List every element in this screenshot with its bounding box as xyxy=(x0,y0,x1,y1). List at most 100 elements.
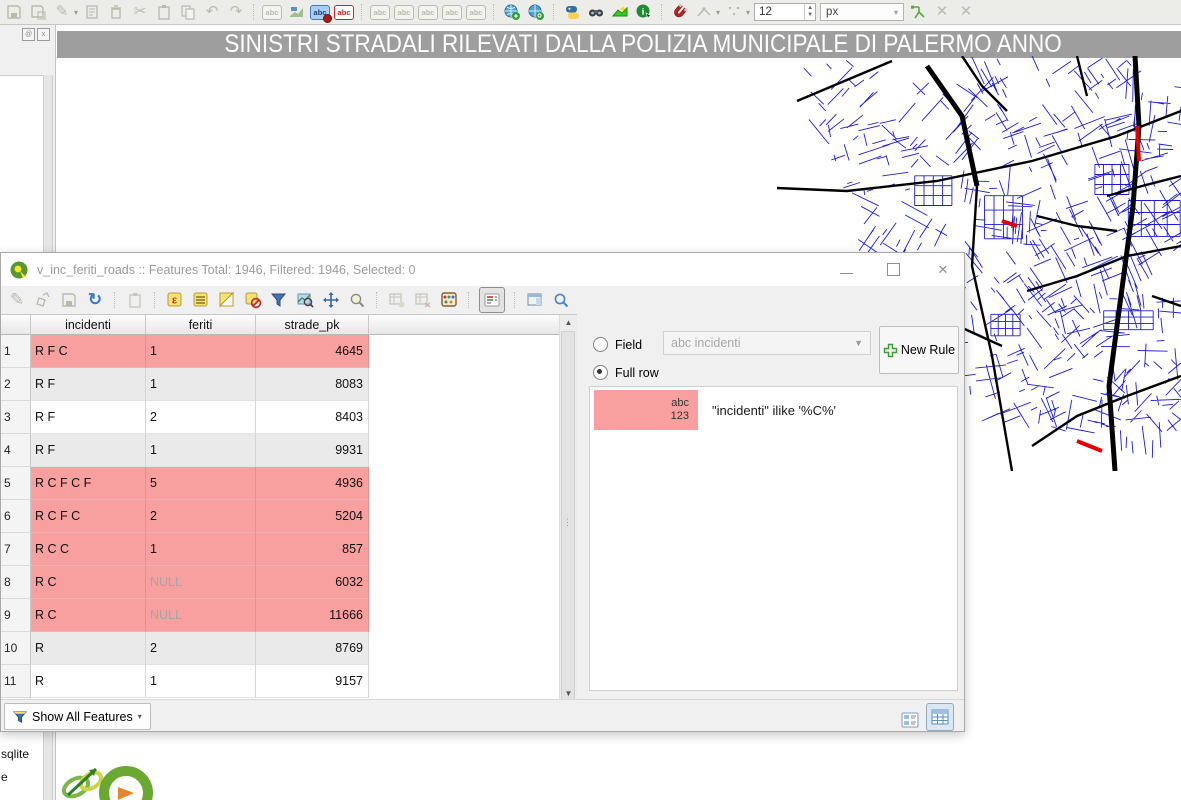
paste-features-icon[interactable] xyxy=(125,290,145,310)
paste-icon[interactable] xyxy=(154,2,174,22)
table-vertical-scrollbar[interactable]: ▲ ⋮ ▼ xyxy=(559,315,577,701)
cell-strade-pk[interactable]: 8769 xyxy=(256,632,369,665)
row-number[interactable]: 4 xyxy=(1,434,31,467)
panel-undock-icon[interactable]: @ xyxy=(22,28,35,41)
cell-feriti[interactable]: 1 xyxy=(146,533,256,566)
row-number[interactable]: 11 xyxy=(1,665,31,698)
zoom-to-selection-icon[interactable] xyxy=(295,290,315,310)
save-edits-icon[interactable] xyxy=(28,2,48,22)
style-tools-icon[interactable]: ✎ xyxy=(52,2,72,22)
select-by-form-icon[interactable] xyxy=(269,290,289,310)
cell-feriti[interactable]: 2 xyxy=(146,401,256,434)
full-row-radio-label[interactable]: Full row xyxy=(615,366,659,380)
cell-incidenti[interactable]: R C F C F xyxy=(31,467,146,500)
invert-selection-icon[interactable] xyxy=(217,290,237,310)
cell-incidenti[interactable]: R C F C xyxy=(31,500,146,533)
scroll-up-icon[interactable]: ▲ xyxy=(560,318,577,327)
label-visibility-icon[interactable]: abc xyxy=(394,2,414,22)
rule-expression[interactable]: "incidenti" ilike '%C%' xyxy=(712,403,836,418)
undo-icon[interactable]: ↶ xyxy=(202,2,222,22)
python-console-icon[interactable] xyxy=(562,2,582,22)
pan-to-selection-icon[interactable] xyxy=(321,290,341,310)
cell-incidenti[interactable]: R F xyxy=(31,368,146,401)
cell-strade-pk[interactable]: 8083 xyxy=(256,368,369,401)
row-number[interactable]: 7 xyxy=(1,533,31,566)
select-by-expression-icon[interactable]: ε xyxy=(165,290,185,310)
label-gray-icon[interactable]: abc xyxy=(262,2,282,22)
column-header-feriti[interactable]: feriti xyxy=(146,315,256,335)
advanced-digitizing-icon[interactable] xyxy=(724,2,744,22)
cell-feriti[interactable]: 1 xyxy=(146,335,256,368)
scrollbar-thumb[interactable]: ⋮ xyxy=(561,331,575,703)
cell-strade-pk[interactable]: 857 xyxy=(256,533,369,566)
search-widget-icon[interactable] xyxy=(551,290,571,310)
spin-steppers[interactable]: ▲▼ xyxy=(804,4,815,20)
unit-combo[interactable]: px ▾ xyxy=(820,3,904,21)
processing-area-icon[interactable] xyxy=(610,2,630,22)
corner-header[interactable] xyxy=(1,315,31,335)
column-header-strade-pk[interactable]: strade_pk xyxy=(256,315,369,335)
vertex-tool-caret[interactable]: ▾ xyxy=(716,8,720,17)
deselect-all-icon[interactable] xyxy=(243,290,263,310)
trash-icon[interactable] xyxy=(106,2,126,22)
advanced-digitizing-caret[interactable]: ▾ xyxy=(746,8,750,17)
style-tools-caret[interactable]: ▾ xyxy=(74,8,78,17)
field-radio[interactable] xyxy=(593,337,608,352)
metasearch-icon[interactable] xyxy=(526,2,546,22)
row-number[interactable]: 8 xyxy=(1,566,31,599)
field-combo[interactable]: abc incidenti ▼ xyxy=(663,331,871,355)
dock-table-icon[interactable] xyxy=(525,290,545,310)
cell-incidenti[interactable]: R C xyxy=(31,566,146,599)
select-all-icon[interactable] xyxy=(191,290,211,310)
cut-icon[interactable]: ✂ xyxy=(130,2,150,22)
topology-checker-icon[interactable] xyxy=(908,2,928,22)
cell-incidenti[interactable]: R xyxy=(31,632,146,665)
identify-features-icon[interactable]: i xyxy=(634,2,654,22)
cell-feriti[interactable]: 2 xyxy=(146,500,256,533)
close-button[interactable]: ✕ xyxy=(934,262,952,278)
layer-labeling-icon[interactable] xyxy=(286,2,306,22)
cell-strade-pk[interactable]: 9931 xyxy=(256,434,369,467)
cell-strade-pk[interactable]: 4936 xyxy=(256,467,369,500)
cell-incidenti[interactable]: R F xyxy=(31,434,146,467)
label-pin-icon[interactable]: abc xyxy=(370,2,390,22)
row-number[interactable]: 2 xyxy=(1,368,31,401)
cell-strade-pk[interactable]: 6032 xyxy=(256,566,369,599)
delete-field-icon[interactable] xyxy=(413,290,433,310)
close-a-icon[interactable]: ✕ xyxy=(932,2,952,22)
row-number[interactable]: 5 xyxy=(1,467,31,500)
cell-strade-pk[interactable]: 5204 xyxy=(256,500,369,533)
layer-label-e[interactable]: e xyxy=(1,770,41,784)
cell-feriti[interactable]: 1 xyxy=(146,434,256,467)
label-pin-active-icon[interactable]: abc xyxy=(310,2,330,22)
new-layout-icon[interactable] xyxy=(82,2,102,22)
label-unplaced-icon[interactable]: abc xyxy=(334,2,354,22)
full-row-radio[interactable] xyxy=(593,365,608,380)
cell-feriti[interactable]: NULL xyxy=(146,599,256,632)
scroll-down-icon[interactable]: ▼ xyxy=(560,689,577,698)
save-icon[interactable] xyxy=(4,2,24,22)
cell-strade-pk[interactable]: 8403 xyxy=(256,401,369,434)
layer-label-sqlite[interactable]: sqlite xyxy=(1,747,41,761)
flash-features-icon[interactable] xyxy=(347,290,367,310)
toggle-editing-icon[interactable]: ✎ xyxy=(7,290,27,310)
metasearch-add-icon[interactable] xyxy=(502,2,522,22)
save-edits-icon[interactable] xyxy=(59,290,79,310)
row-number[interactable]: 10 xyxy=(1,632,31,665)
cell-feriti[interactable]: 5 xyxy=(146,467,256,500)
reload-icon[interactable]: ↻ xyxy=(85,290,105,310)
font-size-spinbox[interactable]: 12 ▲▼ xyxy=(754,3,816,21)
label-edit-icon[interactable]: abc xyxy=(466,2,486,22)
vertex-tool-icon[interactable] xyxy=(694,2,714,22)
cell-incidenti[interactable]: R xyxy=(31,665,146,698)
font-size-value[interactable]: 12 xyxy=(755,6,804,18)
rule-format-swatch[interactable]: abc 123 xyxy=(594,390,698,430)
show-all-features-button[interactable]: Show All Features ▾ xyxy=(4,703,151,730)
cell-strade-pk[interactable]: 4645 xyxy=(256,335,369,368)
cell-incidenti[interactable]: R C xyxy=(31,599,146,632)
cell-feriti[interactable]: 1 xyxy=(146,368,256,401)
table-view-toggle[interactable] xyxy=(926,703,954,731)
maximize-button[interactable] xyxy=(887,263,900,276)
row-number[interactable]: 6 xyxy=(1,500,31,533)
copy-icon[interactable] xyxy=(178,2,198,22)
